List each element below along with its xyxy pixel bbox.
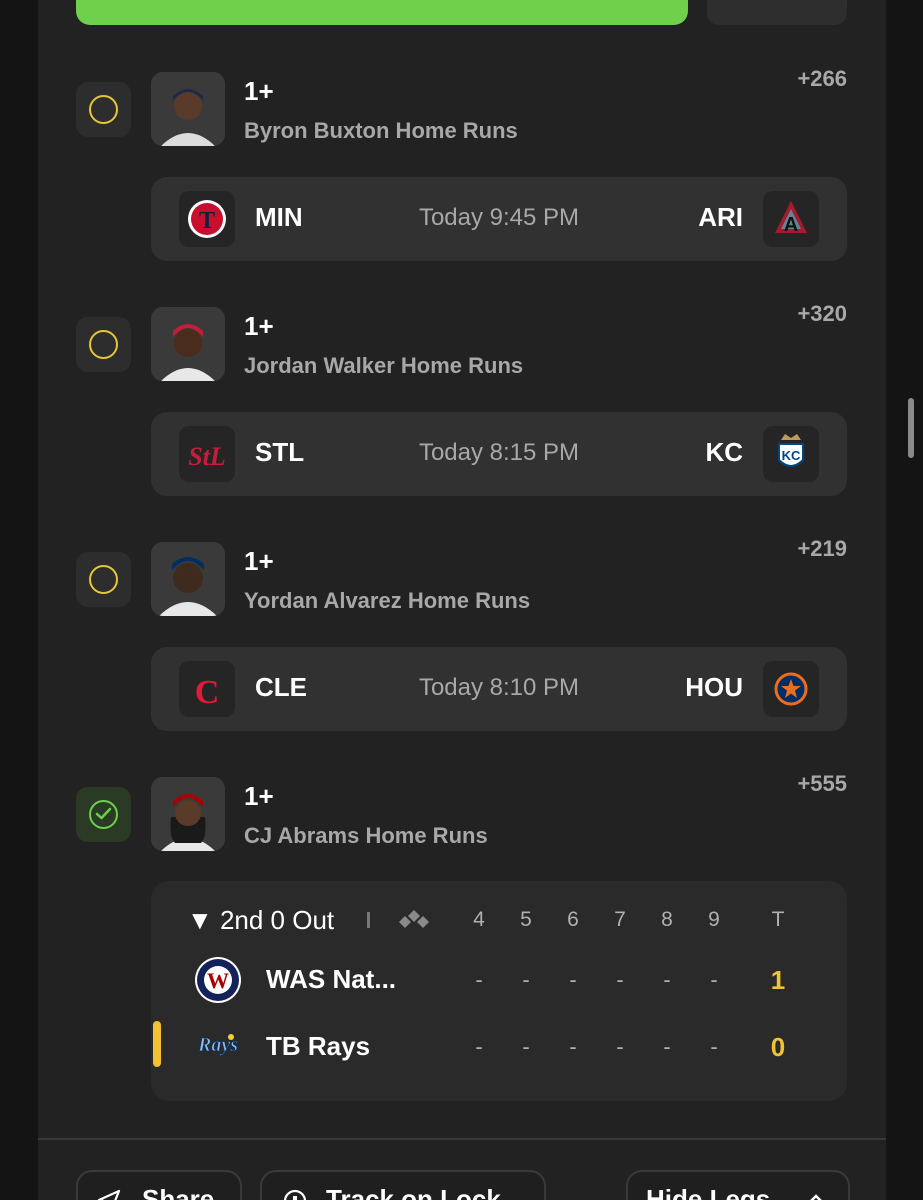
team-total: 1	[770, 965, 786, 995]
inning-score: -	[569, 967, 577, 992]
leg-line: 1+	[244, 311, 274, 341]
inning-score: -	[663, 967, 671, 992]
scoreboard-team-name: TB Rays	[266, 1031, 371, 1061]
game-card[interactable]: StL STL Today 8:15 PM KC KC	[151, 412, 847, 496]
inning-header: 8	[661, 908, 673, 931]
send-icon	[96, 1188, 122, 1200]
inning-score: -	[475, 967, 483, 992]
leg-odds: +320	[797, 301, 847, 326]
track-on-lock-button[interactable]: Track on Lock	[260, 1170, 546, 1200]
player-avatar	[151, 72, 225, 146]
scoreboard-team-name: WAS Nat...	[266, 964, 397, 994]
leg-row[interactable]: 1+ CJ Abrams Home Runs +555	[0, 771, 923, 857]
leg-line: 1+	[244, 546, 274, 576]
inning-header: 9	[708, 908, 720, 931]
inning-score: -	[475, 1034, 483, 1059]
divider	[367, 912, 370, 928]
player-avatar	[151, 307, 225, 381]
game-card[interactable]: C CLE Today 8:10 PM HOU	[151, 647, 847, 731]
inning-score: -	[710, 967, 718, 992]
inning-score: -	[616, 1034, 624, 1059]
share-button[interactable]: Share	[76, 1170, 242, 1200]
leg-prop: Yordan Alvarez Home Runs	[244, 588, 531, 613]
inning-status: ▼ 2nd 0 Out	[187, 905, 335, 935]
leg-line: 1+	[244, 781, 274, 811]
player-avatar	[151, 542, 225, 616]
inning-score: -	[522, 967, 530, 992]
home-team: HOU	[685, 672, 743, 702]
hide-legs-button[interactable]: Hide Legs	[626, 1170, 850, 1200]
track-label: Track on Lock	[326, 1184, 501, 1200]
nationals-logo-icon: W	[193, 955, 243, 1010]
inning-score: -	[663, 1034, 671, 1059]
astros-logo-icon	[763, 661, 819, 717]
leg-odds: +555	[797, 771, 847, 796]
leg-status	[76, 317, 131, 372]
hide-legs-label: Hide Legs	[646, 1184, 771, 1200]
scrollbar[interactable]	[908, 398, 914, 458]
leg-odds: +266	[797, 66, 847, 91]
leg-prop: Byron Buxton Home Runs	[244, 118, 518, 143]
leg-status	[76, 552, 131, 607]
leg-prop: CJ Abrams Home Runs	[244, 823, 488, 848]
inning-header: 7	[614, 908, 626, 931]
leg-status	[76, 787, 131, 842]
primary-action-button[interactable]	[76, 0, 688, 25]
game-card[interactable]: T MIN Today 9:45 PM ARI A	[151, 177, 847, 261]
live-scoreboard[interactable]: ▼ 2nd 0 Out 4 5 6 7 8 9 T W WAS Nat... -	[151, 881, 847, 1101]
pending-circle-icon	[89, 95, 118, 124]
check-circle-icon	[89, 800, 118, 829]
home-team: KC	[705, 437, 743, 467]
svg-text:KC: KC	[782, 448, 801, 463]
inning-score: -	[522, 1034, 530, 1059]
leg-odds: +219	[797, 536, 847, 561]
divider	[38, 1138, 886, 1140]
pending-circle-icon	[89, 565, 118, 594]
inning-score: -	[616, 967, 624, 992]
lock-screen-icon	[282, 1188, 308, 1200]
leg-row[interactable]: 1+ Jordan Walker Home Runs +320	[0, 301, 923, 387]
home-team: ARI	[698, 202, 743, 232]
bases-diamond-icon	[391, 906, 437, 941]
svg-text:A: A	[784, 214, 798, 236]
inning-header: 4	[473, 908, 485, 931]
leg-line: 1+	[244, 76, 274, 106]
svg-text:W: W	[207, 968, 229, 993]
total-header: T	[771, 908, 785, 931]
team-total: 0	[770, 1032, 786, 1062]
leg-row[interactable]: 1+ Yordan Alvarez Home Runs +219	[0, 536, 923, 622]
rays-logo-icon: Rays	[189, 1029, 247, 1064]
leg-prop: Jordan Walker Home Runs	[244, 353, 524, 378]
pending-circle-icon	[89, 330, 118, 359]
royals-logo-icon: KC	[763, 426, 819, 482]
inning-score: -	[569, 1034, 577, 1059]
diamondbacks-logo-icon: A	[763, 191, 819, 247]
inning-header: 5	[520, 908, 532, 931]
share-label: Share	[142, 1184, 215, 1200]
inning-score: -	[710, 1034, 718, 1059]
inning-header: 6	[567, 908, 579, 931]
chevron-up-icon	[806, 1192, 826, 1200]
leg-status	[76, 82, 131, 137]
player-avatar	[151, 777, 225, 851]
secondary-action-button[interactable]	[707, 0, 847, 25]
leg-row[interactable]: 1+ Byron Buxton Home Runs +266	[0, 66, 923, 152]
at-bat-indicator	[153, 1021, 161, 1067]
screen: 1+ Byron Buxton Home Runs +266 T MIN Tod…	[0, 0, 923, 1200]
